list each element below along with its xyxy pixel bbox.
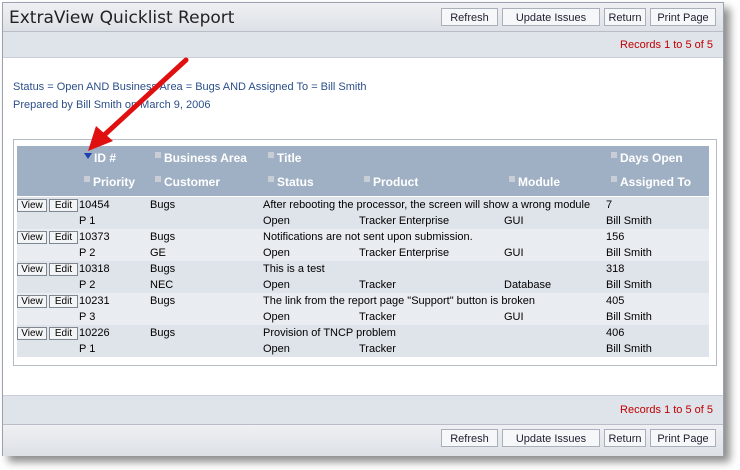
annotation-arrow-icon [88,57,189,151]
